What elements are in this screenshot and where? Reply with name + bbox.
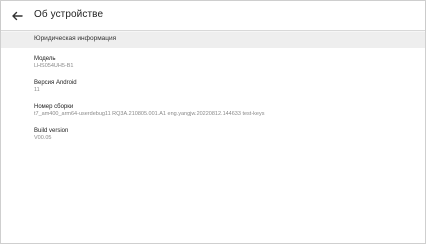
- screen: Об устройстве Юридическая информация Мод…: [0, 0, 426, 244]
- list-item-build-version[interactable]: Build version V00.05: [34, 128, 414, 142]
- list-item-build-number[interactable]: Номер сборки t7_am400_arm64-userdebug11 …: [34, 104, 414, 118]
- item-label: Номер сборки: [34, 104, 74, 110]
- item-label: Модель: [34, 56, 56, 62]
- app-bar: Об устройстве: [1, 1, 425, 31]
- item-value: 11: [34, 87, 40, 93]
- item-label: Версия Android: [34, 80, 77, 86]
- section-legal-info[interactable]: Юридическая информация: [1, 32, 425, 48]
- arrow-back-icon[interactable]: [9, 8, 25, 24]
- item-label: Build version: [34, 128, 69, 134]
- item-value: t7_am400_arm64-userdebug11 RQ3A.210805.0…: [34, 111, 265, 117]
- list-item-model[interactable]: Модель LHS054UH5-B1: [34, 56, 414, 70]
- section-legal-info-label: Юридическая информация: [34, 35, 117, 42]
- item-value: LHS054UH5-B1: [34, 63, 74, 69]
- item-value: V00.05: [34, 135, 52, 141]
- list-item-android-version[interactable]: Версия Android 11: [34, 80, 414, 94]
- page-title: Об устройстве: [34, 9, 104, 20]
